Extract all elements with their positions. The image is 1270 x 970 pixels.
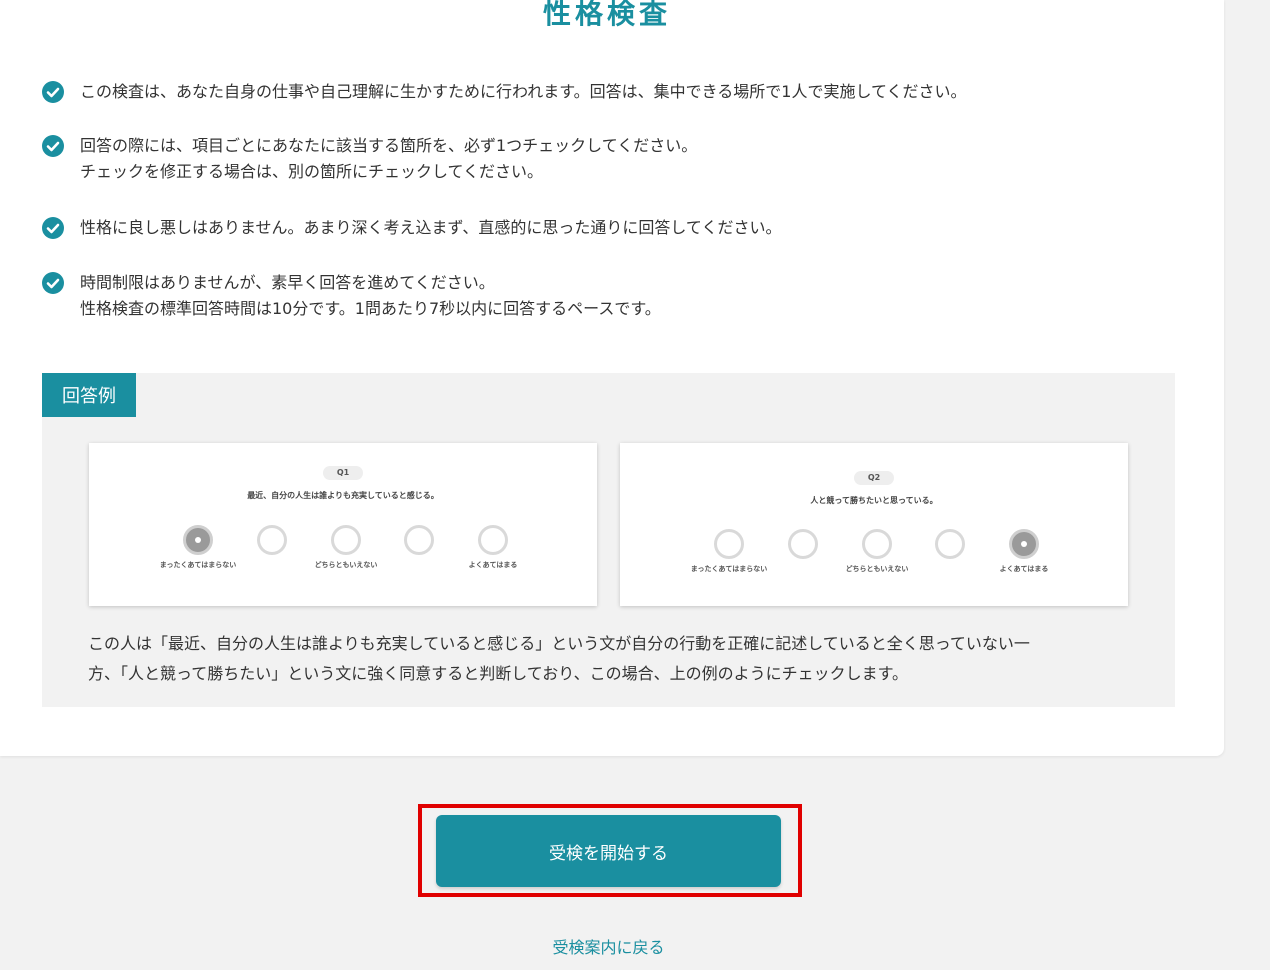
answer-option-radio: [714, 529, 744, 559]
instruction-line: 時間制限はありませんが、素早く回答を進めてください。: [80, 273, 495, 292]
example-question-card-q1: Q1 最近、自分の人生は誰よりも充実していると感じる。 まったくあてはまらない …: [89, 443, 597, 606]
instruction-line: 性格検査の標準回答時間は10分です。1問あたり7秒以内に回答するペースです。: [80, 299, 661, 318]
instruction-line: この検査は、あなた自身の仕事や自己理解に生かすために行われます。回答は、集中でき…: [80, 82, 967, 101]
instruction-line: 回答の際には、項目ごとにあなたに該当する箇所を、必ず1つチェックしてください。: [80, 136, 698, 155]
instruction-text: 時間制限はありませんが、素早く回答を進めてください。 性格検査の標準回答時間は1…: [80, 270, 661, 322]
main-card: 性格検査 この検査は、あなた自身の仕事や自己理解に生かすために行われます。回答は…: [0, 0, 1224, 756]
description-line: 方、「人と競って勝ちたい」という文に強く同意すると判断しており、この場合、上の例…: [88, 664, 909, 683]
answer-option-radio: [1009, 529, 1039, 559]
question-number-badge: Q2: [854, 471, 894, 485]
answer-option-radio: [257, 525, 287, 555]
instruction-line: チェックを修正する場合は、別の箇所にチェックしてください。: [80, 162, 544, 181]
instruction-text: この検査は、あなた自身の仕事や自己理解に生かすために行われます。回答は、集中でき…: [80, 79, 967, 105]
check-circle-icon: [42, 81, 64, 103]
option-label-right: よくあてはまる: [999, 565, 1049, 573]
option-label-middle: どちらともいえない: [845, 565, 909, 573]
check-circle-icon: [42, 135, 64, 157]
instruction-item: 性格に良し悪しはありません。あまり深く考え込まず、直感的に思った通りに回答してく…: [42, 215, 781, 241]
answer-example-description: この人は「最近、自分の人生は誰よりも充実していると感じる」という文が自分の行動を…: [88, 629, 1138, 689]
option-label-right: よくあてはまる: [468, 561, 518, 569]
example-question-card-q2: Q2 人と競って勝ちたいと思っている。 まったくあてはまらない どちらともいえな…: [620, 443, 1128, 606]
option-label-left: まったくあてはまらない: [690, 565, 768, 573]
answer-option-radio: [404, 525, 434, 555]
question-text: 人と競って勝ちたいと思っている。: [810, 496, 938, 505]
answer-option-radio: [478, 525, 508, 555]
answer-option-radio: [331, 525, 361, 555]
back-to-exam-guide-link[interactable]: 受検案内に戻る: [0, 935, 1217, 961]
page-title: 性格検査: [542, 0, 671, 30]
instruction-line: 性格に良し悪しはありません。あまり深く考え込まず、直感的に思った通りに回答してく…: [80, 218, 782, 237]
question-number-badge: Q1: [323, 466, 363, 480]
answer-example-tag: 回答例: [42, 373, 136, 417]
option-label-left: まったくあてはまらない: [159, 561, 237, 569]
answer-example-panel: 回答例 Q1 最近、自分の人生は誰よりも充実していると感じる。 まったくあてはま…: [42, 373, 1175, 707]
answer-option-radio: [862, 529, 892, 559]
instruction-text: 性格に良し悪しはありません。あまり深く考え込まず、直感的に思った通りに回答してく…: [80, 215, 781, 241]
answer-option-radio: [183, 525, 213, 555]
check-circle-icon: [42, 272, 64, 294]
answer-option-radio: [935, 529, 965, 559]
instruction-item: 回答の際には、項目ごとにあなたに該当する箇所を、必ず1つチェックしてください。 …: [42, 133, 697, 185]
instruction-item: 時間制限はありませんが、素早く回答を進めてください。 性格検査の標準回答時間は1…: [42, 270, 661, 322]
answer-option-radio: [788, 529, 818, 559]
instruction-item: この検査は、あなた自身の仕事や自己理解に生かすために行われます。回答は、集中でき…: [42, 79, 967, 105]
option-label-middle: どちらともいえない: [314, 561, 378, 569]
description-line: この人は「最近、自分の人生は誰よりも充実していると感じる」という文が自分の行動を…: [88, 634, 1030, 653]
start-exam-button[interactable]: 受検を開始する: [436, 815, 781, 887]
check-circle-icon: [42, 217, 64, 239]
question-text: 最近、自分の人生は誰よりも充実していると感じる。: [247, 491, 439, 500]
instruction-text: 回答の際には、項目ごとにあなたに該当する箇所を、必ず1つチェックしてください。 …: [80, 133, 697, 185]
